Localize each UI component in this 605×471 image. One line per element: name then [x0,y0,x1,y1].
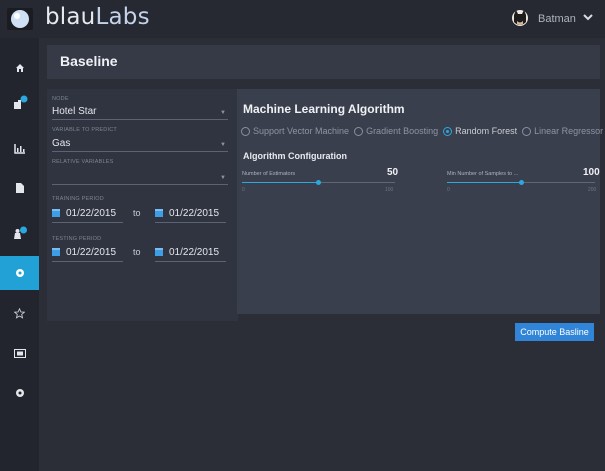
testing-to-value: 01/22/2015 [169,246,220,258]
home-icon [15,64,24,72]
min-samples-slider-fill [447,182,521,183]
baseline-icon [15,269,24,277]
chart-icon [13,143,25,154]
testing-to-field[interactable]: 01/22/2015 [155,245,219,259]
training-from-field[interactable]: 01/22/2015 [52,206,116,220]
training-to-value: 01/22/2015 [169,207,220,219]
estimators-value: 50 [387,167,399,178]
radio-support-vector-machine[interactable]: Support Vector Machine [241,126,349,136]
sidebar-item-users[interactable] [0,216,39,250]
node-label: NODE [52,96,69,102]
training-from-underline [52,222,123,223]
testing-from-value: 01/22/2015 [66,246,117,258]
sidebar-item-documents[interactable] [0,171,39,205]
min-samples-value: 100 [583,167,600,178]
page-title: Baseline [60,53,118,69]
sidebar-item-sensors[interactable] [0,86,39,120]
estimators-label: Number of Estimators [242,171,296,177]
estimators-max: 100 [385,187,394,193]
sidebar-item-cards[interactable] [0,336,39,370]
node-caret-icon[interactable]: ▼ [220,110,226,116]
radio-label: Support Vector Machine [253,126,350,136]
compute-baseline-button[interactable]: Compute Basline [515,323,594,341]
variable-label: VARIABLE TO PREDICT [52,127,117,133]
sidebar-item-baseline[interactable] [0,256,39,290]
calendar-icon [155,248,163,256]
relative-underline [52,184,228,185]
brand-accent: Labs [95,4,150,30]
min-samples-min: 0 [447,187,450,193]
algorithm-config-title: Algorithm Configuration [243,151,347,161]
testing-to-label: to [133,247,141,257]
calendar-icon [52,209,60,217]
radio-label: Random Forest [455,126,518,136]
brand-main: blau [45,4,96,30]
estimators-slider-fill [242,182,319,183]
radio-linear-regressor[interactable]: Linear Regressor [522,126,603,136]
brand-logo[interactable]: blauLabs [45,4,150,30]
radio-circle-icon [354,126,364,136]
testing-from-field[interactable]: 01/22/2015 [52,245,116,259]
radio-checked-icon [443,126,453,136]
relative-caret-icon[interactable]: ▼ [220,175,226,181]
testing-to-underline [155,261,226,262]
radio-gradient-boosting[interactable]: Gradient Boosting [354,126,438,136]
relative-label: RELATIVE VARIABLES [52,159,114,165]
user-name[interactable]: Batman [538,13,576,25]
training-from-value: 01/22/2015 [66,207,117,219]
training-label: TRAINING PERIOD [52,196,104,202]
sidebar [0,38,39,471]
sensor-icon [13,95,27,109]
variable-caret-icon[interactable]: ▼ [220,142,226,148]
id-card-icon [13,348,26,358]
logo-icon [6,6,34,32]
radio-circle-icon [522,126,532,136]
sidebar-item-settings[interactable] [0,376,39,410]
star-icon [14,307,25,319]
sidebar-item-favorites[interactable] [0,296,39,330]
estimators-min: 0 [242,187,245,193]
chevron-down-icon[interactable] [583,11,593,25]
radio-label: Gradient Boosting [366,126,439,136]
node-underline [52,119,228,120]
min-samples-slider-handle[interactable] [518,180,524,185]
top-bar: blauLabs Batman [0,0,605,38]
training-to-field[interactable]: 01/22/2015 [155,206,219,220]
calendar-icon [155,209,163,217]
variable-underline [52,151,228,152]
sidebar-item-charts[interactable] [0,131,39,165]
document-icon [15,183,24,193]
user-avatar-icon[interactable] [511,9,529,29]
ml-algorithm-panel: Machine Learning Algorithm Support Vecto… [237,89,603,341]
training-to-label: to [133,208,141,218]
config-form-panel: NODE Hotel Star ▼ VARIABLE TO PREDICT Ga… [47,89,238,321]
radio-circle-icon [241,126,250,136]
node-select[interactable]: Hotel Star [52,106,96,117]
algorithm-radio-group: Support Vector Machine Gradient Boosting… [241,126,605,136]
user-icon [13,226,27,239]
min-samples-max: 200 [588,187,597,193]
main-content: Baseline NODE Hotel Star ▼ VARIABLE TO P… [39,38,605,471]
ml-title: Machine Learning Algorithm [243,102,405,116]
radio-random-forest[interactable]: Random Forest [443,126,517,136]
testing-label: TESTING PERIOD [52,236,102,242]
estimators-slider-handle[interactable] [316,180,321,185]
min-samples-label: Min Number of Samples to ... [447,171,519,177]
sidebar-item-home[interactable] [0,51,39,85]
page-header: Baseline [47,45,600,79]
variable-select[interactable]: Gas [52,138,70,149]
training-to-underline [155,222,226,223]
testing-from-underline [52,261,123,262]
radio-label: Linear Regressor [534,126,604,136]
app-window: blauLabs Batman Baseline NODE Hotel Star… [0,0,605,471]
calendar-icon [52,248,60,256]
settings-icon [15,389,24,397]
